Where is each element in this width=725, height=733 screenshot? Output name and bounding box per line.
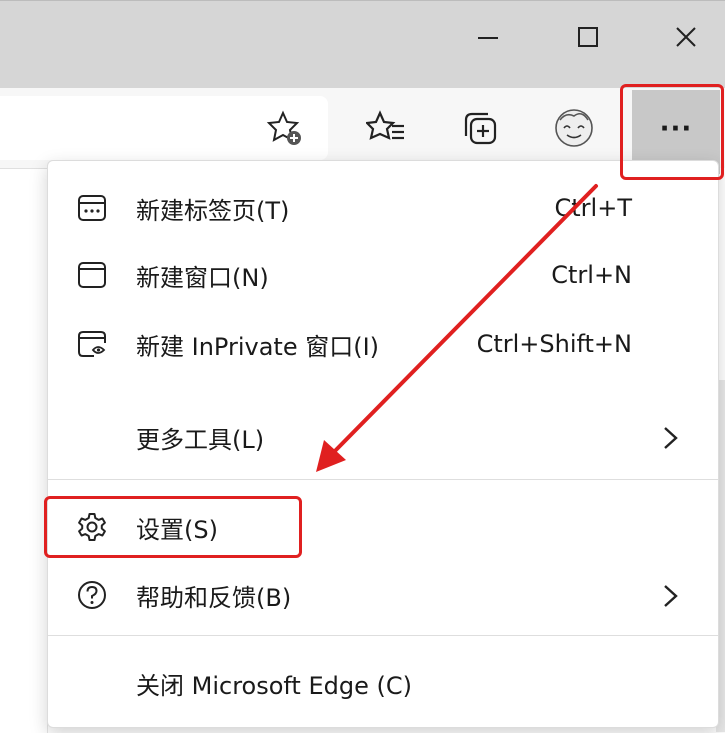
- menu-item-label: 新建 InPrivate 窗口(I): [136, 332, 380, 361]
- menu-item-help-and-feedback[interactable]: 帮助和反馈(B): [48, 563, 718, 627]
- menu-item-new-inprivate-window[interactable]: 新建 InPrivate 窗口(I) Ctrl+Shift+N: [48, 312, 718, 376]
- menu-item-label: 帮助和反馈(B): [136, 583, 292, 612]
- collections-icon: [464, 112, 497, 145]
- maximize-icon: [578, 27, 598, 47]
- gear-icon: [76, 511, 108, 543]
- profile-avatar-icon: [555, 109, 593, 147]
- minimize-icon: [478, 37, 498, 39]
- menu-item-label: 新建标签页(T): [136, 196, 290, 225]
- menu-separator: [48, 635, 718, 636]
- favorites-list-icon: [366, 110, 404, 140]
- star-plus-icon: [266, 110, 301, 145]
- close-icon: [676, 27, 696, 47]
- more-label: ···: [659, 114, 693, 144]
- minimize-button[interactable]: [452, 1, 524, 73]
- address-bar[interactable]: [0, 96, 328, 160]
- help-icon: [76, 579, 108, 611]
- favorites-button[interactable]: [358, 100, 414, 156]
- menu-item-settings[interactable]: 设置(S): [48, 495, 718, 559]
- new-tab-icon: [76, 192, 108, 224]
- menu-item-new-tab[interactable]: 新建标签页(T) Ctrl+T: [48, 176, 718, 240]
- menu-item-label: 更多工具(L): [136, 425, 265, 454]
- menu-item-shortcut: Ctrl+T: [554, 194, 632, 222]
- close-window-button[interactable]: [650, 1, 722, 73]
- menu-item-new-window[interactable]: 新建窗口(N) Ctrl+N: [48, 243, 718, 307]
- menu-item-label: 关闭 Microsoft Edge (C): [136, 671, 412, 700]
- title-bar: [0, 0, 725, 89]
- menu-item-shortcut: Ctrl+N: [551, 261, 632, 289]
- menu-item-more-tools[interactable]: 更多工具(L): [48, 405, 718, 469]
- new-window-icon: [76, 259, 108, 291]
- browser-toolbar: [0, 88, 725, 168]
- inprivate-window-icon: [76, 328, 108, 360]
- collections-button[interactable]: [452, 100, 508, 156]
- menu-item-label: 新建窗口(N): [136, 263, 269, 292]
- menu-separator: [48, 479, 718, 480]
- chevron-right-icon: [660, 425, 680, 455]
- chevron-right-icon: [660, 583, 680, 613]
- settings-and-more-menu: 新建标签页(T) Ctrl+T 新建窗口(N) Ctrl+N 新建 InPriv…: [47, 160, 719, 728]
- maximize-button[interactable]: [552, 1, 624, 73]
- add-favorite-button[interactable]: [258, 100, 314, 156]
- profile-button[interactable]: [546, 100, 602, 156]
- menu-item-shortcut: Ctrl+Shift+N: [476, 330, 632, 358]
- page-content: [0, 168, 48, 733]
- menu-item-label: 设置(S): [136, 515, 218, 544]
- menu-item-close-edge[interactable]: 关闭 Microsoft Edge (C): [48, 651, 718, 715]
